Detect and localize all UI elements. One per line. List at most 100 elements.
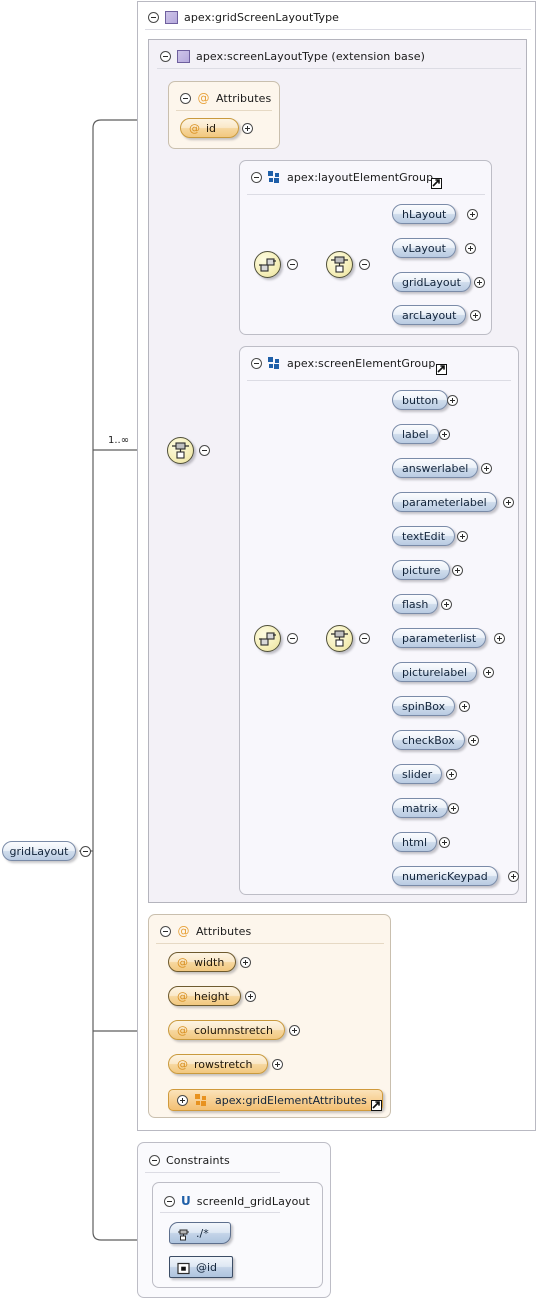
attribute-rowstretch[interactable]: @ rowstretch — [168, 1054, 268, 1074]
divider — [145, 1172, 280, 1173]
collapse-icon-screen-layout-type[interactable] — [160, 51, 171, 62]
element-label[interactable]: label — [392, 424, 439, 444]
expand-icon-width[interactable] — [240, 957, 251, 968]
unique-field[interactable]: @id — [169, 1256, 233, 1278]
element-checkBox-label: checkBox — [402, 733, 455, 747]
element-picture[interactable]: picture — [392, 560, 451, 580]
expand-icon-attribute-id[interactable] — [242, 123, 253, 134]
unique-constraint-header: U screenId_gridLayout — [156, 1188, 318, 1208]
base-attributes-header: @ Attributes — [172, 86, 279, 105]
field-icon — [177, 1262, 190, 1274]
expand-icon-height[interactable] — [245, 991, 256, 1002]
selector-icon — [177, 1228, 190, 1240]
expand-icon-columnstretch[interactable] — [289, 1025, 300, 1036]
element-vLayout[interactable]: vLayout — [392, 238, 456, 258]
collapse-icon-choice-layout[interactable] — [287, 259, 298, 270]
unique-icon: U — [181, 1194, 191, 1208]
occurrence-indicator: 1..∞ — [108, 435, 130, 446]
expand-icon-spinBox[interactable] — [459, 701, 470, 712]
collapse-icon-sequence-layout[interactable] — [359, 259, 370, 270]
attribute-columnstretch[interactable]: @ columnstretch — [168, 1020, 285, 1040]
main-sequence-compositor[interactable] — [167, 437, 194, 464]
expand-icon-answerlabel[interactable] — [481, 463, 492, 474]
expand-icon-hLayout[interactable] — [467, 209, 478, 220]
model-group-icon — [268, 171, 281, 184]
collapse-icon-choice-screen[interactable] — [287, 633, 298, 644]
attribute-width[interactable]: @ width — [168, 952, 236, 972]
element-picturelabel[interactable]: picturelabel — [392, 662, 478, 682]
collapse-icon-grid-attributes[interactable] — [160, 926, 171, 937]
expand-icon-arcLayout[interactable] — [470, 310, 481, 321]
sequence-compositor-layout[interactable] — [326, 251, 353, 278]
collapse-icon-main-sequence[interactable] — [199, 445, 210, 456]
element-parameterlabel[interactable]: parameterlabel — [392, 492, 497, 512]
unique-selector[interactable]: ./* — [169, 1222, 231, 1244]
element-slider[interactable]: slider — [392, 764, 443, 784]
element-label-label: label — [402, 427, 429, 441]
group-ref-grid-element-attributes[interactable]: apex:gridElementAttributes — [168, 1089, 383, 1111]
expand-icon-matrix[interactable] — [448, 803, 459, 814]
screen-element-group-box — [239, 346, 519, 895]
collapse-icon-screen-element-group[interactable] — [251, 358, 262, 369]
element-html[interactable]: html — [392, 832, 438, 852]
expand-icon-parameterlist[interactable] — [494, 633, 505, 644]
collapse-icon-constraints[interactable] — [149, 1155, 160, 1166]
external-link-icon[interactable] — [371, 1100, 382, 1111]
unique-constraint-title: screenId_gridLayout — [196, 1194, 310, 1208]
root-element-label: gridLayout — [9, 844, 69, 858]
external-link-icon[interactable] — [436, 364, 447, 375]
element-answerlabel[interactable]: answerlabel — [392, 458, 479, 478]
element-checkBox[interactable]: checkBox — [392, 730, 465, 750]
expand-icon-picturelabel[interactable] — [483, 667, 494, 678]
element-button[interactable]: button — [392, 390, 449, 410]
collapse-icon-sequence-screen[interactable] — [359, 633, 370, 644]
element-spinBox[interactable]: spinBox — [392, 696, 456, 716]
expand-icon-numericKeypad[interactable] — [508, 871, 519, 882]
attribute-height[interactable]: @ height — [168, 986, 241, 1006]
expand-icon-button[interactable] — [447, 395, 458, 406]
choice-compositor-screen[interactable] — [254, 625, 281, 652]
attribute-icon: @ — [177, 1057, 188, 1071]
expand-icon-gridLayout-inner[interactable] — [474, 277, 485, 288]
element-hLayout[interactable]: hLayout — [392, 204, 457, 224]
external-link-icon[interactable] — [431, 178, 442, 189]
layout-element-group-header: apex:layoutElementGroup — [243, 165, 441, 184]
root-element-gridLayout[interactable]: gridLayout — [2, 841, 76, 861]
element-matrix[interactable]: matrix — [392, 798, 448, 818]
element-gridLayout-inner[interactable]: gridLayout — [392, 272, 471, 292]
element-parameterlist[interactable]: parameterlist — [392, 628, 487, 648]
attribute-icon: @ — [177, 1023, 188, 1037]
expand-icon-vLayout[interactable] — [465, 243, 476, 254]
collapse-icon-layout-element-group[interactable] — [251, 172, 262, 183]
collapse-icon-unique[interactable] — [164, 1195, 175, 1207]
element-picture-label: picture — [402, 563, 441, 577]
element-picturelabel-label: picturelabel — [402, 665, 468, 679]
element-numericKeypad-label: numericKeypad — [402, 869, 488, 883]
element-numericKeypad[interactable]: numericKeypad — [392, 866, 498, 886]
expand-icon-parameterlabel[interactable] — [503, 497, 514, 508]
collapse-icon-root-element[interactable] — [80, 846, 91, 857]
choice-compositor-layout[interactable] — [254, 251, 281, 278]
expand-icon-html[interactable] — [439, 837, 450, 848]
expand-icon-textEdit[interactable] — [457, 531, 468, 542]
expand-icon-grid-element-attributes[interactable] — [177, 1094, 188, 1106]
collapse-icon-grid-screen-layout-type[interactable] — [148, 12, 159, 23]
attribute-icon: @ — [177, 989, 188, 1003]
divider — [157, 68, 521, 69]
expand-icon-flash[interactable] — [441, 599, 452, 610]
element-textEdit[interactable]: textEdit — [392, 526, 456, 546]
expand-icon-checkBox[interactable] — [468, 735, 479, 746]
attribute-id[interactable]: @ id — [180, 118, 239, 138]
screen-element-group-header: apex:screenElementGroup — [243, 351, 443, 370]
expand-icon-picture[interactable] — [452, 565, 463, 576]
expand-icon-slider[interactable] — [446, 769, 457, 780]
element-answerlabel-label: answerlabel — [402, 461, 469, 475]
element-arcLayout[interactable]: arcLayout — [392, 305, 467, 325]
element-parameterlabel-label: parameterlabel — [402, 495, 487, 509]
collapse-icon-base-attributes[interactable] — [180, 93, 191, 104]
expand-icon-rowstretch[interactable] — [272, 1059, 283, 1070]
element-flash[interactable]: flash — [392, 594, 439, 614]
expand-icon-label[interactable] — [439, 429, 450, 440]
screen-layout-type-header: apex:screenLayoutType (extension base) — [152, 44, 433, 63]
sequence-compositor-screen[interactable] — [326, 625, 353, 652]
